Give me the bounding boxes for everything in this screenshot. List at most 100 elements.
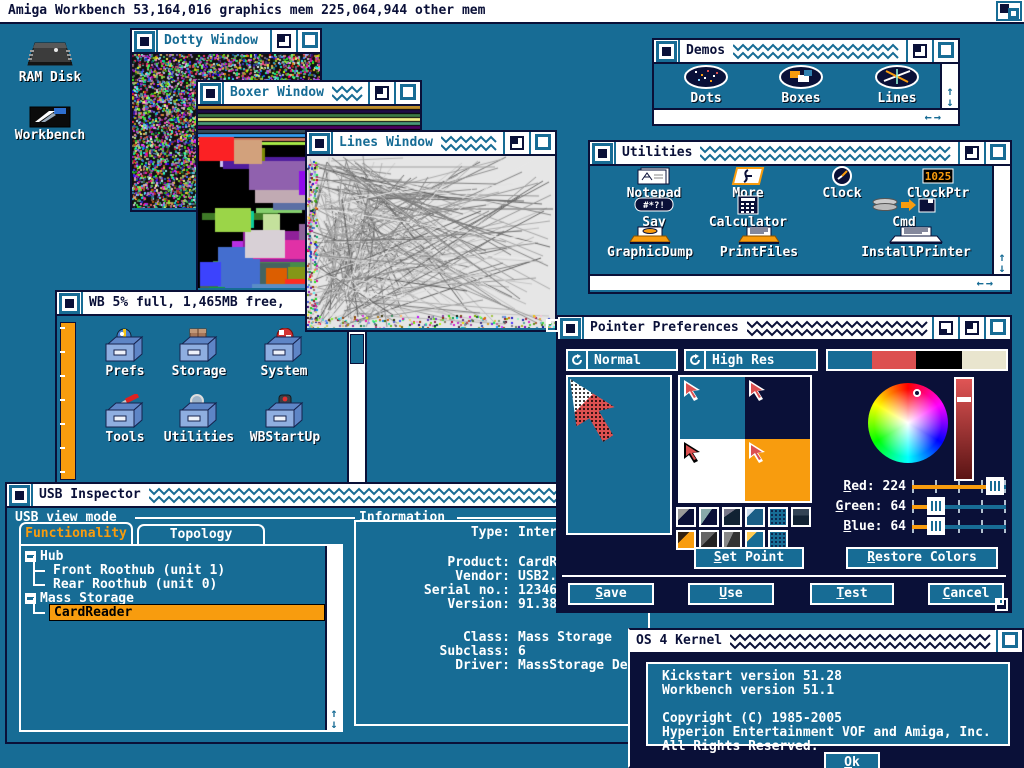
close-gadget[interactable] — [7, 484, 33, 506]
scroll-left-icon[interactable]: ← — [925, 112, 932, 123]
close-gadget[interactable] — [558, 317, 584, 339]
zoom-gadget[interactable] — [958, 142, 984, 164]
save-button[interactable]: Save — [568, 583, 654, 605]
highres-pointer-cycle[interactable]: High Res — [684, 349, 818, 371]
close-gadget[interactable] — [654, 40, 680, 62]
scroll-right-icon[interactable]: → — [934, 112, 941, 123]
red-slider-thumb[interactable] — [986, 477, 1004, 495]
utilities-icon-clockptr[interactable]: 1025 ClockPtr — [902, 166, 974, 201]
drag-bar[interactable] — [441, 135, 499, 154]
usb-device-tree[interactable]: Hub Front Roothub (unit 1) Rear Roothub … — [19, 544, 343, 732]
demos-icon-boxes[interactable]: Boxes — [770, 65, 832, 106]
drag-bar[interactable] — [332, 85, 364, 104]
lines-title-bar[interactable]: Lines Window — [307, 132, 555, 156]
depth-gadget[interactable] — [296, 30, 320, 52]
tab-topology[interactable]: Topology — [137, 524, 265, 544]
size-gadget[interactable] — [995, 598, 1008, 611]
set-point-button[interactable]: Set Point — [694, 547, 804, 569]
utilities-icon-installprinter[interactable]: InstallPrinter — [858, 225, 974, 260]
tree-scrollbar[interactable]: ↑ ↓ — [325, 546, 341, 730]
utilities-icon-printfiles[interactable]: PrintFiles — [716, 225, 802, 260]
close-gadget[interactable] — [132, 30, 158, 52]
wb-icon-storage[interactable]: Storage — [171, 328, 227, 379]
depth-gadget[interactable] — [984, 317, 1010, 339]
tree-node-front-roothub[interactable]: Front Roothub (unit 1) — [29, 563, 225, 577]
zoom-gadget[interactable] — [368, 82, 394, 104]
depth-gadget[interactable] — [529, 132, 555, 154]
zoom-gadget[interactable] — [270, 30, 296, 52]
drag-bar[interactable] — [730, 633, 992, 652]
demos-vertical-scrollbar[interactable]: ↑ ↓ — [940, 64, 958, 108]
drag-bar[interactable] — [733, 43, 902, 62]
utilities-icon-clock[interactable]: Clock — [814, 166, 870, 201]
normal-pointer-cycle[interactable]: Normal — [566, 349, 678, 371]
utilities-title-bar[interactable]: Utilities — [590, 142, 1010, 166]
zoom-gadget[interactable] — [958, 317, 984, 339]
iconify-gadget[interactable] — [932, 317, 958, 339]
close-gadget[interactable] — [307, 132, 333, 154]
depth-gadget[interactable] — [394, 82, 420, 104]
palette-color-black[interactable] — [916, 351, 962, 369]
demos-horizontal-scrollbar[interactable]: ← → — [654, 108, 958, 124]
pointer-preset-thumb[interactable] — [745, 507, 765, 527]
depth-gadget[interactable] — [932, 40, 958, 62]
scroll-left-icon[interactable]: ← — [977, 278, 984, 289]
tab-functionality[interactable]: Functionality — [19, 522, 133, 544]
close-gadget[interactable] — [590, 142, 616, 164]
utilities-icon-graphicdump[interactable]: GraphicDump — [604, 225, 696, 260]
green-slider-thumb[interactable] — [927, 497, 945, 515]
size-gadget[interactable] — [995, 277, 1008, 290]
dotty-title-bar[interactable]: Dotty Window — [132, 30, 320, 54]
pointer-palette-strip[interactable] — [826, 349, 1008, 371]
wb-vertical-scrollbar[interactable] — [347, 318, 365, 484]
wb-icon-prefs[interactable]: Prefs — [97, 328, 153, 379]
wb-icon-tools[interactable]: Tools — [97, 394, 153, 445]
tree-node-hub[interactable]: Hub — [25, 549, 63, 563]
pointer-preset-thumb[interactable] — [722, 507, 742, 527]
ok-button[interactable]: Ok — [824, 752, 880, 768]
boxer-title-bar[interactable]: Boxer Window — [198, 82, 420, 106]
pointer-title-bar[interactable]: Pointer Preferences — [558, 317, 1010, 341]
pointer-preset-thumb[interactable] — [699, 507, 719, 527]
wb-scroll-thumb[interactable] — [350, 334, 364, 364]
use-button[interactable]: Use — [688, 583, 774, 605]
zoom-gadget[interactable] — [906, 40, 932, 62]
close-gadget[interactable] — [57, 292, 83, 314]
color-wheel-marker[interactable] — [913, 389, 921, 397]
utilities-vertical-scrollbar[interactable]: ↑ ↓ — [992, 166, 1010, 274]
palette-color-red[interactable] — [872, 351, 916, 369]
scroll-down-icon[interactable]: ↓ — [330, 719, 337, 730]
palette-color-teal[interactable] — [828, 351, 872, 369]
test-button[interactable]: Test — [810, 583, 894, 605]
value-slider[interactable] — [954, 377, 974, 481]
color-wheel[interactable] — [868, 383, 948, 463]
blue-slider-thumb[interactable] — [927, 517, 945, 535]
kernel-title-bar[interactable]: OS 4 Kernel — [630, 630, 1022, 654]
pointer-preset-thumb[interactable] — [791, 507, 811, 527]
wb-icon-utilities[interactable]: Utilities — [165, 394, 233, 445]
screen-depth-gadget[interactable] — [996, 1, 1022, 21]
demos-title-bar[interactable]: Demos — [654, 40, 958, 64]
scroll-down-icon[interactable]: ↓ — [998, 263, 1005, 274]
depth-gadget[interactable] — [984, 142, 1010, 164]
pointer-preset-thumb[interactable] — [676, 530, 696, 550]
red-slider[interactable] — [912, 477, 1006, 495]
value-slider-thumb[interactable] — [957, 397, 971, 402]
usb-title-bar[interactable]: USB Inspector — [7, 484, 646, 508]
desktop-icon-workbench[interactable]: Workbench — [4, 106, 96, 143]
depth-gadget[interactable] — [996, 630, 1022, 652]
palette-color-cream[interactable] — [962, 351, 1006, 369]
utilities-horizontal-scrollbar[interactable]: ← → — [590, 274, 1010, 290]
demos-icon-lines[interactable]: Lines — [868, 65, 926, 106]
pointer-preset-thumb[interactable] — [676, 507, 696, 527]
utilities-icon-notepad[interactable]: Notepad — [614, 166, 694, 201]
cancel-button[interactable]: Cancel — [928, 583, 1004, 605]
tree-node-cardreader-selected[interactable]: CardReader — [29, 605, 325, 619]
drag-bar[interactable] — [700, 145, 954, 164]
tree-node-rear-roothub[interactable]: Rear Roothub (unit 0) — [29, 577, 217, 591]
close-gadget[interactable] — [198, 82, 224, 104]
pointer-preset-thumb[interactable] — [768, 507, 788, 527]
zoom-gadget[interactable] — [503, 132, 529, 154]
desktop-icon-ram-disk[interactable]: RAM Disk — [6, 40, 94, 85]
pointer-edit-grid[interactable] — [566, 375, 672, 535]
